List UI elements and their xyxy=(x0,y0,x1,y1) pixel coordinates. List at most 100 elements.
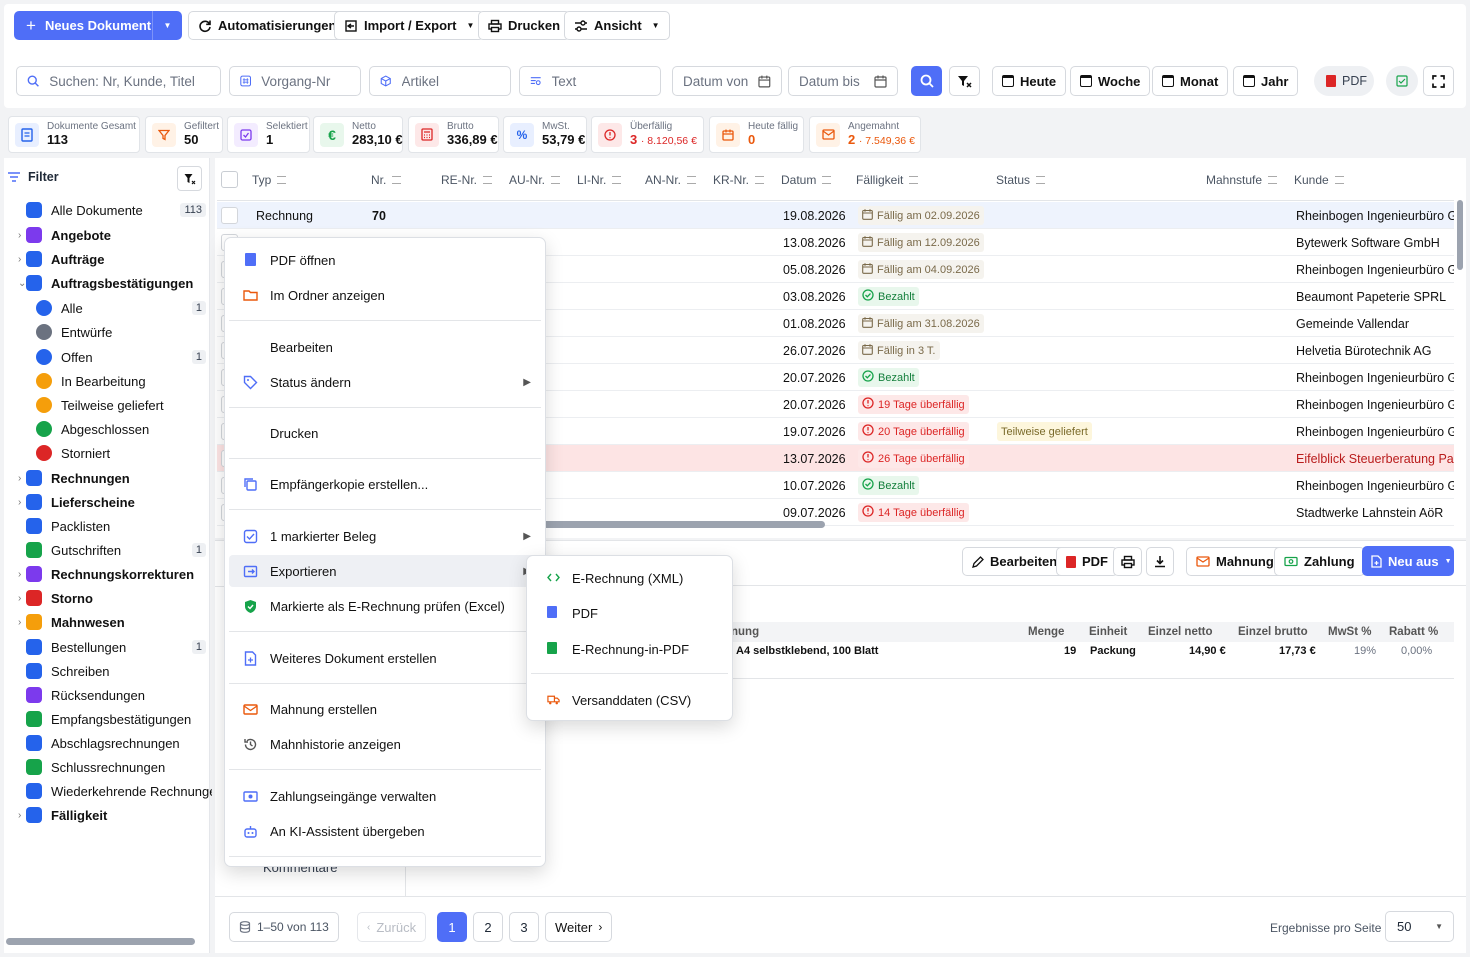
date-from-input[interactable]: Datum von xyxy=(672,66,782,96)
menu-create-reminder[interactable]: Mahnung erstellen xyxy=(229,693,541,725)
menu-show-in-folder[interactable]: Im Ordner anzeigen xyxy=(229,279,541,311)
new-document-dropdown[interactable]: ▼ xyxy=(152,11,182,40)
sidebar-item[interactable]: Empfangsbestätigungen xyxy=(4,708,212,730)
sidebar-item[interactable]: Teilweise geliefert xyxy=(4,394,212,416)
chevron-right-icon[interactable]: › xyxy=(18,497,21,508)
clear-filter-button[interactable] xyxy=(949,66,980,96)
chevron-right-icon[interactable]: › xyxy=(18,617,21,628)
table-vscroll[interactable] xyxy=(1457,200,1463,270)
reminder-button[interactable]: Mahnung xyxy=(1186,547,1284,576)
chevron-right-icon[interactable]: › xyxy=(18,810,21,821)
column-header[interactable]: AN-Nr. xyxy=(645,173,696,187)
artikel-field[interactable] xyxy=(401,73,500,89)
edit-button[interactable]: Bearbeiten xyxy=(962,547,1068,576)
column-header[interactable]: LI-Nr. xyxy=(577,173,621,187)
view-button[interactable]: Ansicht ▼ xyxy=(564,11,670,40)
sidebar-item[interactable]: Gutschriften 1 xyxy=(4,539,212,561)
chevron-right-icon[interactable]: › xyxy=(18,230,21,241)
chevron-right-icon[interactable]: › xyxy=(18,254,21,265)
week-button[interactable]: Woche xyxy=(1070,66,1151,96)
sidebar-item[interactable]: Wiederkehrende Rechnungen xyxy=(4,780,212,802)
text-input[interactable] xyxy=(519,66,661,96)
menu-edit[interactable]: Bearbeiten xyxy=(229,331,541,363)
menu-recipient-copy[interactable]: Empfängerkopie erstellen... xyxy=(229,468,541,500)
sidebar-item[interactable]: Abgeschlossen xyxy=(4,418,212,440)
year-button[interactable]: Jahr xyxy=(1233,66,1299,96)
sidebar-item[interactable]: Offen 1 xyxy=(4,346,212,368)
payment-button[interactable]: Zahlung xyxy=(1274,547,1365,576)
chevron-right-icon[interactable]: › xyxy=(18,569,21,580)
chevron-right-icon[interactable]: › xyxy=(18,473,21,484)
prev-page-button[interactable]: ‹ Zurück xyxy=(357,912,427,942)
page-2-button[interactable]: 2 xyxy=(473,912,503,942)
excel-button[interactable] xyxy=(1386,66,1418,96)
column-header[interactable]: AU-Nr. xyxy=(509,173,560,187)
search-submit-button[interactable] xyxy=(911,66,942,96)
sidebar-item[interactable]: Schreiben xyxy=(4,660,212,682)
menu-manage-payments[interactable]: Zahlungseingänge verwalten xyxy=(229,780,541,812)
sidebar-item[interactable]: In Bearbeitung xyxy=(4,370,212,392)
column-header[interactable]: Datum xyxy=(781,173,831,187)
submenu-erechnung-xml[interactable]: E-Rechnung (XML) xyxy=(531,562,728,594)
print-doc-button[interactable] xyxy=(1113,547,1142,576)
menu-open-pdf[interactable]: PDF öffnen xyxy=(229,244,541,276)
menu-marked-documents[interactable]: 1 markierter Beleg ▶ xyxy=(229,520,541,552)
month-button[interactable]: Monat xyxy=(1152,66,1229,96)
search-field[interactable] xyxy=(49,73,210,89)
submenu-pdf[interactable]: PDF xyxy=(531,597,728,629)
sidebar-item[interactable]: Schlussrechnungen xyxy=(4,756,212,778)
sidebar-item[interactable]: Alle Dokumente 113 xyxy=(4,199,212,221)
artikel-input[interactable] xyxy=(369,66,511,96)
per-page-select[interactable]: 50 ▼ xyxy=(1385,911,1454,942)
page-1-button[interactable]: 1 xyxy=(437,912,467,942)
sidebar-item[interactable]: Abschlagsrechnungen xyxy=(4,732,212,754)
search-input[interactable] xyxy=(16,66,221,96)
column-header[interactable]: Fälligkeit xyxy=(856,173,918,187)
sidebar-item[interactable]: › Fälligkeit xyxy=(4,804,212,826)
menu-export[interactable]: Exportieren ▶ xyxy=(229,555,541,587)
fullscreen-button[interactable] xyxy=(1423,66,1454,96)
menu-change-status[interactable]: Status ändern ▶ xyxy=(229,366,541,398)
menu-create-another-document[interactable]: Weiteres Dokument erstellen xyxy=(229,642,541,674)
column-header[interactable]: Mahnstufe xyxy=(1206,173,1277,187)
print-button[interactable]: Drucken xyxy=(478,11,571,40)
download-button[interactable] xyxy=(1146,547,1174,576)
column-header[interactable]: KR-Nr. xyxy=(713,173,764,187)
new-from-button[interactable]: Neu aus ▼ xyxy=(1362,546,1454,576)
menu-reminder-history[interactable]: Mahnhistorie anzeigen xyxy=(229,728,541,760)
sidebar-item[interactable]: › Rechnungskorrekturen xyxy=(4,563,212,585)
new-document-button[interactable]: + Neues Dokument ▼ xyxy=(14,11,182,40)
column-header[interactable]: RE-Nr. xyxy=(441,173,492,187)
sidebar-item[interactable]: › Storno xyxy=(4,587,212,609)
column-header[interactable]: Status xyxy=(996,173,1045,187)
sidebar-item[interactable]: › Aufträge xyxy=(4,248,212,270)
sidebar-item[interactable]: Rücksendungen xyxy=(4,684,212,706)
sidebar-item[interactable]: Bestellungen 1 xyxy=(4,636,212,658)
next-page-button[interactable]: Weiter › xyxy=(545,912,613,942)
select-all-checkbox[interactable] xyxy=(221,171,238,188)
sidebar-scrollbar[interactable] xyxy=(6,938,195,945)
sidebar-item[interactable]: ⌄ Auftragsbestätigungen xyxy=(4,272,212,294)
sidebar-item[interactable]: › Lieferscheine xyxy=(4,491,212,513)
sidebar-item[interactable]: › Angebote xyxy=(4,224,212,246)
import-export-button[interactable]: Import / Export ▼ xyxy=(334,11,485,40)
vorgang-input[interactable] xyxy=(229,66,361,96)
sidebar-item[interactable]: › Mahnwesen xyxy=(4,611,212,633)
column-header[interactable]: Nr. xyxy=(371,173,401,187)
table-row[interactable]: Rechnung 70 19.08.2026 Fällig am 02.09.2026… xyxy=(217,202,1454,229)
export-pdf-button[interactable]: PDF xyxy=(1314,66,1374,96)
submenu-erechnung-in-pdf[interactable]: E-Rechnung-in-PDF xyxy=(531,633,728,665)
sidebar-item[interactable]: › Rechnungen xyxy=(4,467,212,489)
submenu-shipping-csv[interactable]: Versanddaten (CSV) xyxy=(531,684,728,716)
today-button[interactable]: Heute xyxy=(992,66,1067,96)
sidebar-item[interactable]: Alle 1 xyxy=(4,297,212,319)
sidebar-item[interactable]: Storniert xyxy=(4,442,212,464)
menu-print[interactable]: Drucken xyxy=(229,417,541,449)
sidebar-filter-toggle[interactable] xyxy=(177,166,202,191)
page-3-button[interactable]: 3 xyxy=(509,912,539,942)
date-to-input[interactable]: Datum bis xyxy=(788,66,898,96)
row-checkbox[interactable] xyxy=(221,207,238,224)
menu-ai-assistant[interactable]: An KI-Assistent übergeben xyxy=(229,815,541,847)
column-header[interactable]: Kunde xyxy=(1294,173,1344,187)
sidebar-item[interactable]: Packlisten xyxy=(4,515,212,537)
